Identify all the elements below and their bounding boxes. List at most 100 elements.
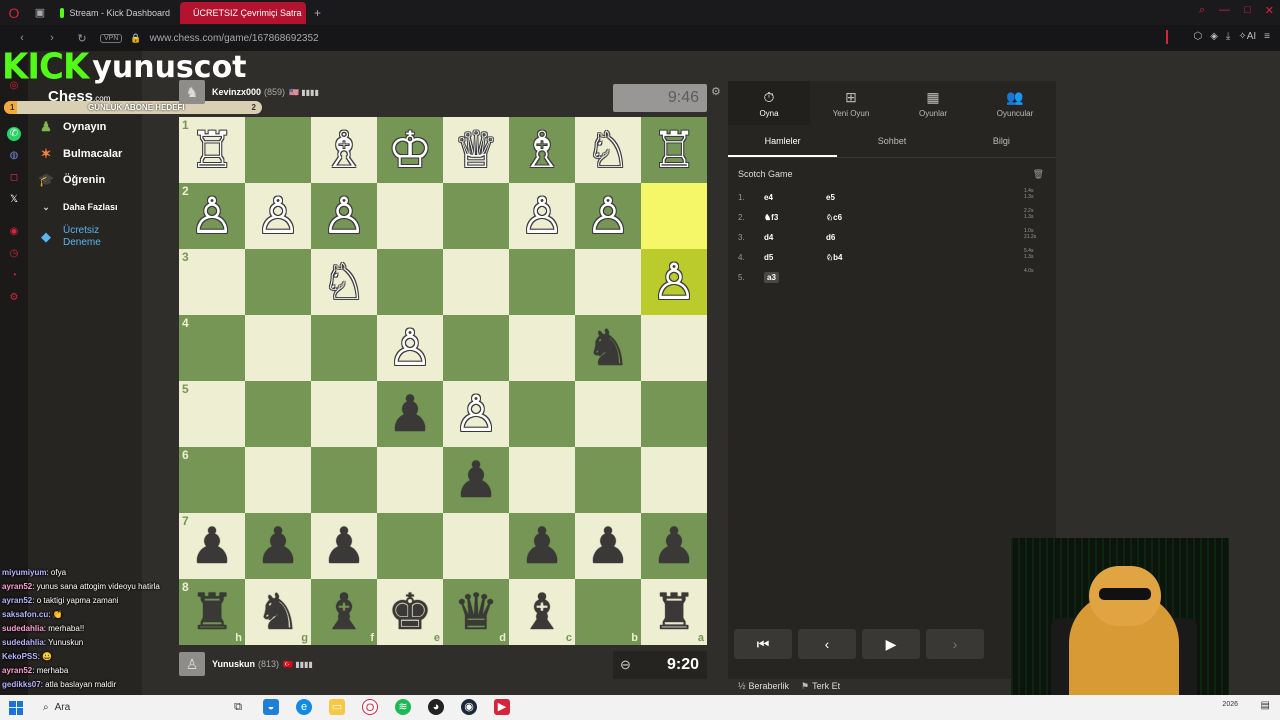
board-square[interactable]: ♝ f bbox=[311, 579, 377, 645]
player-icon[interactable]: ◉ bbox=[7, 225, 21, 239]
board-square[interactable] bbox=[311, 315, 377, 381]
tab-kick-dashboard[interactable]: Stream - Kick Dashboard bbox=[52, 2, 178, 24]
board-square[interactable]: ♟ bbox=[377, 381, 443, 447]
board-square[interactable]: ♞ bbox=[575, 315, 641, 381]
board-square[interactable]: 4 bbox=[179, 315, 245, 381]
chess-piece[interactable]: ♟ bbox=[520, 521, 565, 571]
board-square[interactable]: ♙ bbox=[245, 183, 311, 249]
chess-piece[interactable]: ♟ bbox=[322, 521, 367, 571]
board-square[interactable]: ♛ d bbox=[443, 579, 509, 645]
discord-icon[interactable]: ◍ bbox=[7, 149, 21, 163]
draw-button[interactable]: ½ Beraberlik bbox=[738, 681, 789, 692]
explorer-icon[interactable]: ▭ bbox=[329, 699, 345, 715]
opponent-name[interactable]: Kevinzx000 bbox=[212, 87, 261, 97]
subtab-info[interactable]: Bilgi bbox=[947, 125, 1056, 157]
chat-username[interactable]: ayran52 bbox=[2, 596, 32, 605]
forward-icon[interactable]: › bbox=[44, 32, 60, 44]
play-button[interactable]: ▶ bbox=[862, 629, 920, 659]
board-square[interactable] bbox=[311, 447, 377, 513]
tab-games[interactable]: ▦ Oyunlar bbox=[892, 81, 974, 125]
next-move-button[interactable]: › bbox=[926, 629, 984, 659]
app-icon[interactable]: ▶ bbox=[494, 699, 510, 715]
search-icon[interactable]: ⌕ bbox=[1199, 4, 1205, 17]
chess-piece[interactable]: ♙ bbox=[190, 191, 235, 241]
sidebar-item-play[interactable]: ♟ Oynayın bbox=[38, 119, 106, 135]
steam-icon[interactable]: ◉ bbox=[461, 699, 477, 715]
board-square[interactable] bbox=[377, 513, 443, 579]
white-move[interactable]: e4 bbox=[764, 193, 826, 202]
chess-piece[interactable]: ♔ bbox=[388, 125, 433, 175]
menu-icon[interactable]: ≡ bbox=[1264, 31, 1270, 42]
board-square[interactable] bbox=[575, 447, 641, 513]
board-square[interactable] bbox=[443, 513, 509, 579]
chess-piece[interactable]: ♟ bbox=[652, 521, 697, 571]
prev-move-button[interactable]: ‹ bbox=[798, 629, 856, 659]
board-square[interactable] bbox=[443, 315, 509, 381]
whatsapp-icon[interactable]: ✆ bbox=[7, 127, 21, 141]
reload-icon[interactable]: ↻ bbox=[74, 32, 90, 45]
board-square[interactable] bbox=[641, 447, 707, 513]
board-square[interactable]: ♘ bbox=[575, 117, 641, 183]
chess-piece[interactable]: ♟ bbox=[586, 521, 631, 571]
player-name[interactable]: Yunuskun bbox=[212, 659, 255, 669]
board-square[interactable] bbox=[641, 381, 707, 447]
board-settings-icon[interactable]: ⚙ bbox=[711, 85, 721, 98]
chess-piece[interactable]: ♜ bbox=[652, 587, 697, 637]
chat-username[interactable]: ayran52 bbox=[2, 582, 32, 591]
chat-username[interactable]: saksafon.cu bbox=[2, 610, 48, 619]
url-field[interactable]: www.chess.com/game/167868692352 bbox=[150, 33, 319, 44]
tab-players[interactable]: 👥 Oyuncular bbox=[974, 81, 1056, 125]
ai-button[interactable]: ✧AI bbox=[1238, 31, 1256, 42]
chess-piece[interactable]: ♝ bbox=[520, 587, 565, 637]
subtab-moves[interactable]: Hamleler bbox=[728, 125, 838, 157]
chess-piece[interactable]: ♟ bbox=[388, 389, 433, 439]
chat-username[interactable]: sudedahlia bbox=[2, 624, 44, 633]
first-move-button[interactable]: ⏮ bbox=[734, 629, 792, 659]
sidebar-item-free-trial[interactable]: ◆ Ücretsiz Deneme bbox=[38, 225, 128, 249]
chess-piece[interactable]: ♝ bbox=[322, 587, 367, 637]
white-move[interactable]: d5 bbox=[764, 253, 826, 262]
board-square[interactable]: ♖ bbox=[641, 117, 707, 183]
close-icon[interactable]: ✕ bbox=[1265, 4, 1274, 17]
board-square[interactable]: ♔ bbox=[377, 117, 443, 183]
chess-piece[interactable]: ♙ bbox=[520, 191, 565, 241]
board-square[interactable] bbox=[245, 447, 311, 513]
board-square[interactable] bbox=[443, 249, 509, 315]
board-square[interactable] bbox=[245, 117, 311, 183]
chess-piece[interactable]: ♗ bbox=[520, 125, 565, 175]
board-square[interactable]: ♚ e bbox=[377, 579, 443, 645]
chess-piece[interactable]: ♘ bbox=[322, 257, 367, 307]
tab-chess-game[interactable]: ÜCRETSIZ Çevrimiçi Satra bbox=[180, 1, 306, 24]
board-square[interactable] bbox=[377, 447, 443, 513]
board-square[interactable] bbox=[377, 249, 443, 315]
opera-logo-icon[interactable]: O bbox=[0, 0, 28, 25]
chat-username[interactable]: miyumiyum bbox=[2, 568, 46, 577]
board-square[interactable]: ♕ bbox=[443, 117, 509, 183]
taskbar-search[interactable]: ⌕ Ara bbox=[43, 702, 70, 713]
chess-piece[interactable]: ♖ bbox=[652, 125, 697, 175]
board-square[interactable]: ♟ bbox=[575, 513, 641, 579]
chess-piece[interactable]: ♞ bbox=[586, 323, 631, 373]
board-square[interactable]: ♟ bbox=[311, 513, 377, 579]
tab-play[interactable]: ⏱ Oyna bbox=[728, 81, 810, 125]
board-square[interactable] bbox=[245, 381, 311, 447]
board-square[interactable] bbox=[509, 249, 575, 315]
chess-piece[interactable]: ♙ bbox=[322, 191, 367, 241]
board-square[interactable]: ♞ g bbox=[245, 579, 311, 645]
board-square[interactable]: ♟ bbox=[509, 513, 575, 579]
chat-username[interactable]: gedikks07 bbox=[2, 680, 41, 689]
chess-piece[interactable]: ♞ bbox=[256, 587, 301, 637]
board-square[interactable]: b bbox=[575, 579, 641, 645]
board-square[interactable] bbox=[311, 381, 377, 447]
chess-piece[interactable]: ♙ bbox=[454, 389, 499, 439]
download-icon[interactable]: ⤓ bbox=[1226, 31, 1230, 42]
tab-new-game[interactable]: ⊞ Yeni Oyun bbox=[810, 81, 892, 125]
board-square[interactable] bbox=[575, 381, 641, 447]
windows-start-icon[interactable] bbox=[9, 700, 23, 715]
board-square[interactable]: ♜ a bbox=[641, 579, 707, 645]
extensions-icon[interactable]: ⬡ bbox=[1193, 31, 1202, 42]
board-square[interactable] bbox=[245, 249, 311, 315]
black-move[interactable]: e5 bbox=[826, 193, 888, 202]
resign-button[interactable]: ⚑ Terk Et bbox=[801, 681, 840, 692]
board-square[interactable]: ♘ bbox=[311, 249, 377, 315]
